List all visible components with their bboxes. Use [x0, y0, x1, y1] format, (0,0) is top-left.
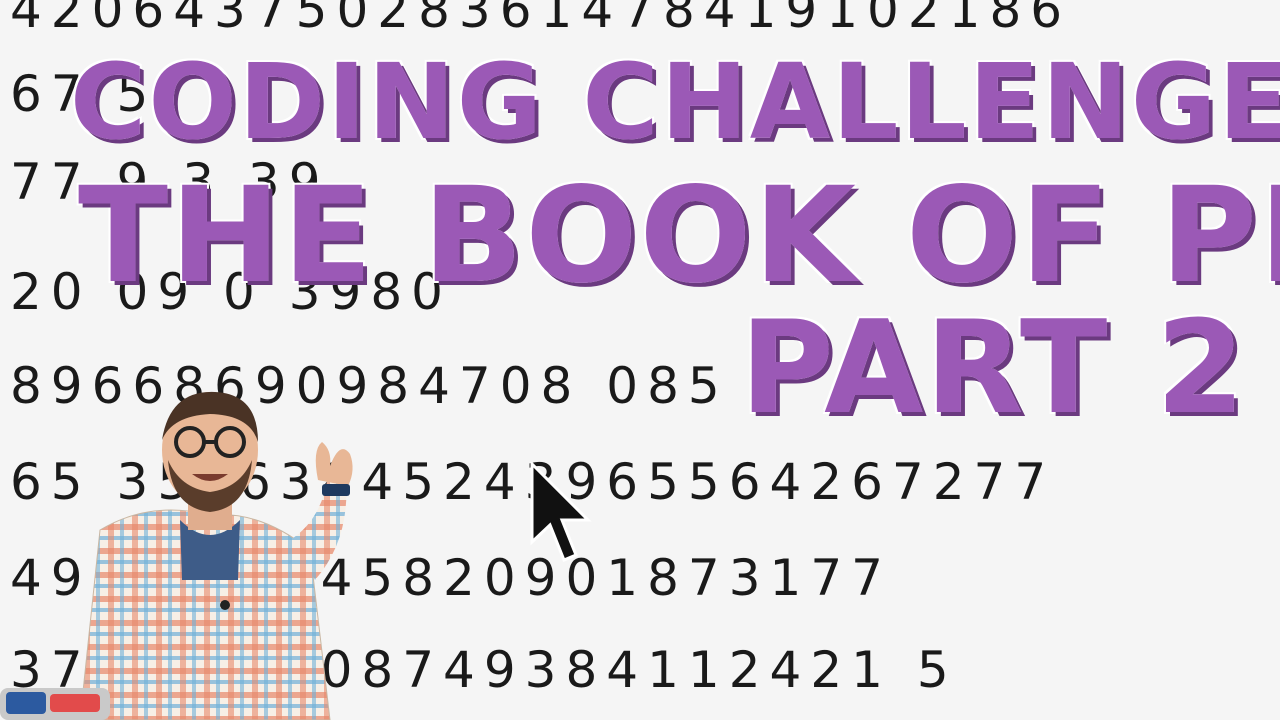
title-line-1: CODING CHALLENGE:: [70, 41, 1280, 163]
coding-train-logo: [0, 688, 110, 720]
title-line-2: THE BOOK OF PI: [78, 159, 1280, 313]
digit-row: 42064375028361478419102186: [10, 0, 1072, 39]
title-line-3: PART 2: [740, 294, 1247, 443]
mouse-pointer-icon: [530, 462, 592, 562]
presenter-photo: [79, 391, 353, 720]
